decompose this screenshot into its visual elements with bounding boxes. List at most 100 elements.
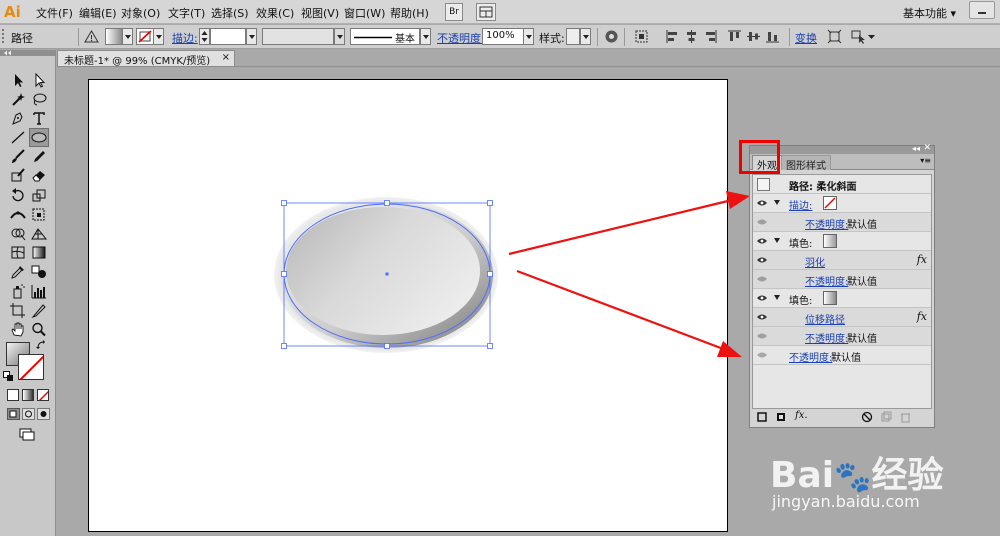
graphic-style-swatch[interactable] [566, 28, 580, 45]
menu-effect[interactable]: 效果(C) [256, 5, 294, 21]
artboard-tool[interactable] [9, 302, 27, 319]
align-to-icon[interactable] [634, 29, 649, 44]
scale-tool[interactable] [30, 187, 48, 204]
lasso-tool[interactable] [30, 91, 48, 108]
stroke-weight-dropdown[interactable] [246, 28, 257, 45]
appearance-row-opacity[interactable]: 不透明度: 默认值 [753, 346, 931, 365]
blend-tool[interactable] [30, 263, 48, 280]
transform-link[interactable]: 变换 [795, 30, 817, 46]
stroke-weight-stepper[interactable] [199, 28, 210, 45]
effect-offset-path-link[interactable]: 位移路径 [805, 311, 845, 326]
stroke-color-box[interactable] [18, 354, 44, 380]
type-tool[interactable] [30, 110, 48, 127]
menu-edit[interactable]: 编辑(E) [79, 5, 117, 21]
fill-swatch[interactable] [823, 234, 837, 248]
menu-help[interactable]: 帮助(H) [390, 5, 429, 21]
line-segment-tool[interactable] [9, 129, 27, 146]
hand-tool[interactable] [9, 321, 27, 338]
close-icon[interactable]: × [222, 52, 230, 63]
align-left-icon[interactable] [665, 29, 680, 44]
variable-width-profile[interactable] [262, 28, 334, 45]
eye-icon[interactable] [757, 275, 767, 283]
appearance-row-opacity[interactable]: 不透明度: 默认值 [753, 327, 931, 346]
fill-swatch[interactable] [105, 28, 123, 45]
brush-dropdown[interactable] [420, 28, 431, 45]
eye-icon[interactable] [757, 351, 767, 359]
pen-tool[interactable] [9, 110, 27, 127]
magic-wand-tool[interactable] [9, 91, 27, 108]
paintbrush-tool[interactable] [9, 148, 27, 165]
free-transform-tool[interactable] [30, 206, 48, 223]
pencil-tool[interactable] [30, 148, 48, 165]
opacity-link[interactable]: 不透明度: [437, 30, 485, 46]
minimize-button[interactable] [969, 1, 995, 19]
draw-behind-button[interactable] [22, 408, 35, 420]
eye-icon[interactable] [757, 199, 767, 207]
opacity-dropdown[interactable] [523, 28, 534, 45]
draw-inside-button[interactable] [37, 408, 50, 420]
expand-triangle-icon[interactable] [774, 295, 780, 300]
eye-icon[interactable] [757, 237, 767, 245]
column-graph-tool[interactable] [30, 283, 48, 300]
stroke-swatch[interactable] [136, 28, 154, 45]
stroke-weight-input[interactable] [210, 28, 246, 45]
align-right-icon[interactable] [703, 29, 718, 44]
brush-definition[interactable]: 基本 [350, 28, 420, 45]
arrange-documents-button[interactable] [476, 3, 496, 21]
eye-icon[interactable] [757, 294, 767, 302]
screen-mode-button[interactable] [18, 426, 36, 443]
gradient-tool[interactable] [30, 244, 48, 261]
slice-tool[interactable] [30, 302, 48, 319]
default-colors-icon[interactable] [3, 371, 14, 382]
eyedropper-tool[interactable] [9, 263, 27, 280]
opacity-label[interactable]: 不透明度: [805, 273, 848, 288]
fx-icon[interactable]: fx [917, 253, 927, 266]
appearance-row-fill[interactable]: 填色: [753, 289, 931, 308]
opacity-label[interactable]: 不透明度: [789, 349, 832, 364]
stroke-dropdown[interactable] [153, 28, 164, 45]
isolate-group-icon[interactable] [827, 29, 842, 44]
menu-file[interactable]: 文件(F) [36, 5, 73, 21]
none-mode-button[interactable] [37, 389, 49, 401]
appearance-row-effect[interactable]: 羽化 fx [753, 251, 931, 270]
menu-view[interactable]: 视图(V) [301, 5, 339, 21]
add-effect-button[interactable]: fx. [795, 410, 808, 421]
symbol-sprayer-tool[interactable] [9, 283, 27, 300]
expand-triangle-icon[interactable] [774, 200, 780, 205]
stroke-swatch[interactable] [823, 196, 837, 210]
direct-selection-tool[interactable] [30, 72, 48, 89]
eye-icon[interactable] [757, 332, 767, 340]
recolor-artwork-icon[interactable] [604, 29, 619, 44]
tab-graphic-styles[interactable]: 图形样式 [781, 155, 831, 172]
stroke-label[interactable]: 描边: [789, 197, 812, 212]
menu-object[interactable]: 对象(O) [121, 5, 160, 21]
draw-normal-button[interactable] [7, 408, 20, 420]
eraser-tool[interactable] [30, 167, 48, 184]
add-fill-icon[interactable] [775, 411, 788, 423]
gradient-mode-button[interactable] [22, 389, 34, 401]
width-tool[interactable] [9, 206, 27, 223]
menu-window[interactable]: 窗口(W) [344, 5, 385, 21]
stroke-link[interactable]: 描边: [172, 30, 198, 46]
opacity-label[interactable]: 不透明度: [805, 216, 848, 231]
shape-builder-tool[interactable] [9, 225, 27, 242]
panel-menu-icon[interactable]: ▾≡ [920, 156, 931, 165]
workspace-switcher[interactable]: 基本功能 ▾ [903, 5, 956, 21]
blob-brush-tool[interactable] [9, 167, 27, 184]
effect-feather-link[interactable]: 羽化 [805, 254, 825, 269]
align-middle-icon[interactable] [746, 29, 761, 44]
add-stroke-icon[interactable] [756, 411, 769, 423]
eye-icon[interactable] [757, 218, 767, 226]
appearance-row-opacity[interactable]: 不透明度: 默认值 [753, 213, 931, 232]
appearance-row-effect[interactable]: 位移路径 fx [753, 308, 931, 327]
appearance-row-opacity[interactable]: 不透明度: 默认值 [753, 270, 931, 289]
graphic-style-dropdown[interactable] [580, 28, 591, 45]
close-icon[interactable]: ✕ [923, 143, 931, 153]
warning-icon[interactable] [84, 29, 99, 44]
variable-width-dropdown[interactable] [334, 28, 345, 45]
appearance-row-fill[interactable]: 填色: [753, 232, 931, 251]
swap-fill-stroke-icon[interactable] [36, 340, 46, 350]
selection-tool[interactable] [9, 72, 27, 89]
mesh-tool[interactable] [9, 244, 27, 261]
menu-type[interactable]: 文字(T) [168, 5, 205, 21]
